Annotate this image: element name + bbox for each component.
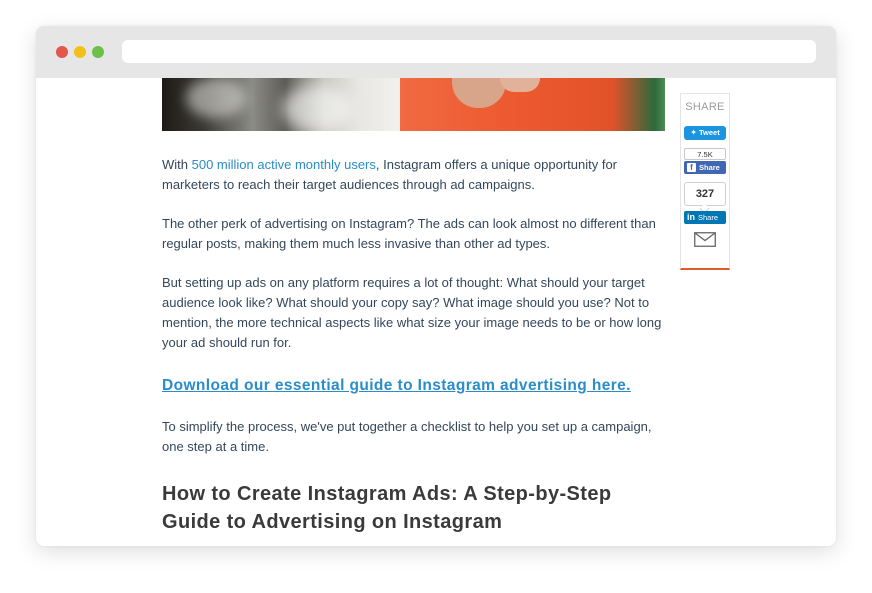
facebook-share-button[interactable]: f Share [684, 161, 726, 174]
close-window-dot[interactable] [56, 46, 68, 58]
facebook-share-count: 7.5K [684, 148, 726, 160]
linkedin-logo-icon: in [687, 212, 695, 222]
share-sidebar: SHARE ✦ Tweet 7.5K f Share 327 in Share [680, 93, 730, 270]
monthly-users-link[interactable]: 500 million active monthly users [192, 157, 376, 172]
share-title: SHARE [685, 101, 725, 113]
browser-window: With 500 million active monthly users, I… [36, 26, 836, 546]
facebook-f-icon: f [687, 163, 696, 172]
paragraph-thought: But setting up ads on any platform requi… [162, 275, 662, 350]
download-guide-link[interactable]: Download our essential guide to Instagra… [162, 376, 668, 396]
envelope-icon[interactable] [694, 232, 716, 247]
maximize-window-dot[interactable] [92, 46, 104, 58]
page-content: With 500 million active monthly users, I… [36, 78, 836, 546]
hero-image [162, 78, 665, 131]
minimize-window-dot[interactable] [74, 46, 86, 58]
browser-toolbar [36, 26, 836, 78]
paragraph-checklist: To simplify the process, we've put toget… [162, 419, 652, 454]
paragraph-intro: With 500 million active monthly users, I… [162, 157, 617, 192]
linkedin-share-button[interactable]: in Share [684, 211, 726, 224]
section-heading: How to Create Instagram Ads: A Step-by-S… [162, 483, 612, 533]
paragraph-perk: The other perk of advertising on Instagr… [162, 216, 656, 251]
linkedin-share-count: 327 [684, 182, 726, 206]
address-bar[interactable] [122, 40, 816, 63]
tweet-button[interactable]: ✦ Tweet [684, 126, 726, 140]
twitter-bird-icon: ✦ [690, 128, 697, 137]
